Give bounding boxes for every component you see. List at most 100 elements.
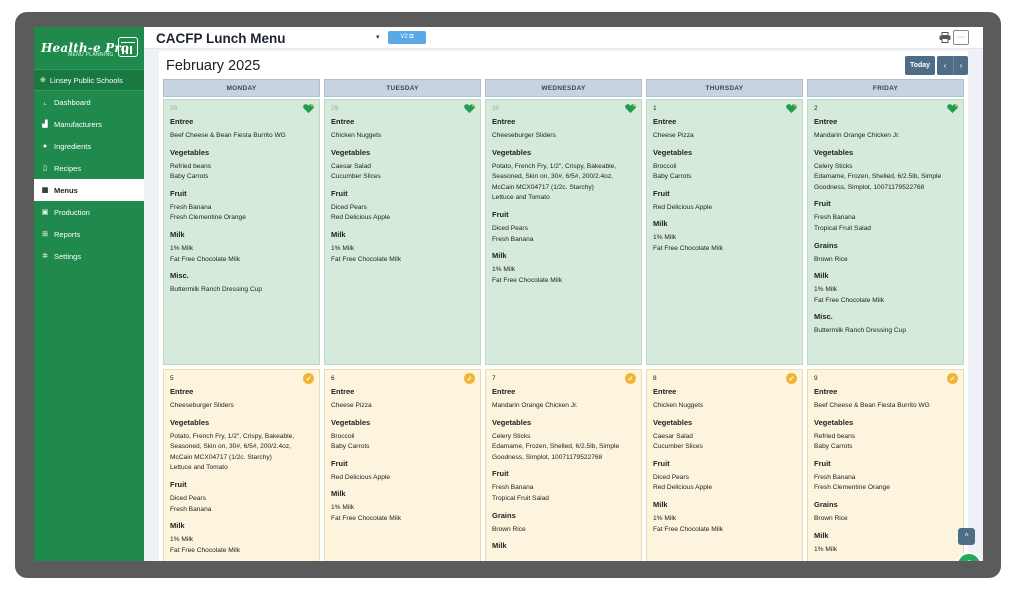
- day-cell[interactable]: 6 ✓ Entree Cheese Pizza Vegetables Broccoli Ba…: [324, 369, 481, 561]
- prev-month-button[interactable]: ‹: [937, 56, 953, 75]
- menu-item: Chicken Nuggets: [653, 402, 704, 409]
- menu-item: Seasoned, Skin on, 30#, 6/5#, 200/2.4oz,: [492, 173, 613, 181]
- section-title: Milk: [492, 541, 507, 551]
- section-title: Entree: [170, 117, 194, 126]
- section-title: Milk: [331, 229, 346, 239]
- sidebar-item-ingredients[interactable]: ● Ingredients: [34, 135, 144, 157]
- day-cell[interactable]: 9 ✓ Entree Beef Cheese & Bean Fiesta Burrit…: [807, 369, 964, 561]
- menu-item: Caesar Salad: [331, 162, 371, 170]
- section-title: Vegetables: [814, 147, 854, 157]
- heart-status-icon: [786, 104, 797, 114]
- menu-item: Cucumber Slices: [653, 443, 703, 451]
- section-title: Entree: [492, 387, 516, 396]
- section-title: Grains: [492, 510, 516, 520]
- menu-item: Potato, French Fry, 1/2", Crispy, Bakeab…: [170, 432, 295, 440]
- sidebar-item-manufacturers[interactable]: ▟ Manufacturers: [34, 113, 144, 135]
- day-cell[interactable]: 30 Entree Cheeseburger Sliders Vegetables Po…: [485, 99, 642, 365]
- section-title: Vegetables: [492, 417, 532, 427]
- menu-item: Baby Carrots: [814, 443, 853, 451]
- menu-item: Cheese Pizza: [653, 132, 694, 139]
- menu-item: Broccoli: [653, 162, 677, 170]
- day-header-thursday: THURSDAY: [646, 79, 803, 97]
- menu-item: Edamame, Frozen, Shelled, 6/2.5lb, Simpl…: [814, 173, 942, 181]
- menu-item: Red Delicious Apple: [331, 473, 391, 481]
- check-status-icon: ✓: [625, 373, 636, 384]
- menu-item: Celery Sticks: [814, 162, 853, 170]
- day-date: 6: [331, 375, 335, 382]
- day-date: 1: [653, 105, 657, 112]
- day-date: 8: [653, 375, 657, 382]
- menu-item: Beef Cheese & Bean Fiesta Burrito WG: [170, 132, 286, 139]
- sidebar: Health-e Pro MENU PLANNING ⊕ Linsey Publ…: [34, 27, 144, 561]
- building-icon: ⊕: [40, 77, 46, 84]
- menu-item: Baby Carrots: [170, 173, 209, 181]
- clipboard-icon: ▣: [41, 209, 49, 216]
- sidebar-item-menus[interactable]: ▦ Menus: [34, 179, 144, 201]
- day-cell[interactable]: 1 Entree Cheese Pizza Vegetables Broccoli Bab…: [646, 99, 803, 365]
- chevron-down-icon[interactable]: ▾: [376, 33, 380, 41]
- logo[interactable]: Health-e Pro MENU PLANNING: [34, 27, 144, 69]
- section-title: Fruit: [653, 458, 670, 468]
- section-title: Milk: [331, 489, 346, 499]
- day-cell[interactable]: 8 ✓ Entree Chicken Nuggets Vegetables Caesar …: [646, 369, 803, 561]
- menu-item: McCain MCX04717 (1/2c. Starchy): [492, 183, 594, 191]
- section-title: Fruit: [170, 188, 187, 198]
- section-title: Fruit: [814, 458, 831, 468]
- chart-icon: ⌞: [43, 99, 47, 106]
- sidebar-item-production[interactable]: ▣ Production: [34, 201, 144, 223]
- day-cell[interactable]: 2 Entree Mandarin Orange Chicken Jr. Vegeta…: [807, 99, 964, 365]
- more-options-button[interactable]: ···: [953, 30, 969, 45]
- sidebar-item-dashboard[interactable]: ⌞ Dashboard: [34, 91, 144, 113]
- menu-item: Red Delicious Apple: [331, 214, 391, 222]
- day-cell[interactable]: 29 Entree Chicken Nuggets Vegetables Caesar …: [324, 99, 481, 365]
- heart-status-icon: [625, 104, 636, 114]
- next-month-button[interactable]: ›: [953, 56, 968, 75]
- day-cell[interactable]: 7 ✓ Entree Mandarin Orange Chicken Jr. Veget…: [485, 369, 642, 561]
- tractor-icon: ▟: [42, 121, 48, 128]
- menu-item: Broccoli: [331, 432, 355, 440]
- day-date: 7: [492, 375, 496, 382]
- menu-item: Cheeseburger Sliders: [492, 132, 556, 139]
- section-title: Vegetables: [331, 147, 371, 157]
- section-title: Vegetables: [170, 417, 210, 427]
- section-title: Fruit: [331, 458, 348, 468]
- today-button[interactable]: Today: [905, 56, 935, 75]
- menu-item: 1% Milk: [170, 536, 194, 544]
- section-title: Vegetables: [492, 147, 532, 157]
- day-date: 9: [814, 375, 818, 382]
- menu-item: Fresh Banana: [492, 235, 534, 243]
- menu-item: Fresh Clementine Orange: [170, 214, 246, 222]
- menu-item: Fat Free Chocolate Milk: [492, 276, 562, 284]
- menu-item: Diced Pears: [492, 224, 528, 232]
- document-icon: ▯: [43, 165, 47, 172]
- section-title: Vegetables: [653, 147, 693, 157]
- section-title: Entree: [653, 387, 677, 396]
- menu-item: Mandarin Orange Chicken Jr.: [814, 132, 900, 139]
- version-button[interactable]: V2 ⧉: [388, 31, 426, 44]
- menu-item: Lettuce and Tomato: [170, 464, 228, 472]
- calendar-panel: February 2025 Today ‹ › MONDAY TUESDAY WED…: [159, 51, 968, 561]
- menu-item: Fat Free Chocolate Milk: [814, 296, 884, 304]
- menu-item: Cucumber Slices: [331, 173, 381, 181]
- top-bar: CACFP Lunch Menu ▾ V2 ⧉ ···: [144, 27, 983, 49]
- menu-item: Fresh Banana: [170, 505, 212, 513]
- menu-item: 1% Milk: [492, 266, 516, 274]
- menu-item: Fresh Banana: [170, 203, 212, 211]
- school-selector[interactable]: ⊕ Linsey Public Schools: [34, 69, 144, 91]
- sidebar-item-recipes[interactable]: ▯ Recipes: [34, 157, 144, 179]
- print-icon[interactable]: [939, 32, 951, 43]
- menu-item: Chicken Nuggets: [331, 132, 382, 139]
- page-title: CACFP Lunch Menu: [156, 31, 286, 46]
- day-cell[interactable]: 5 ✓ Entree Cheeseburger Sliders Vegetables Po…: [163, 369, 320, 561]
- main-area: CACFP Lunch Menu ▾ V2 ⧉ ··· February 202…: [144, 27, 983, 561]
- menu-item: Fresh Clementine Orange: [814, 484, 890, 492]
- menu-item: Diced Pears: [653, 473, 689, 481]
- sidebar-item-reports[interactable]: ⊞ Reports: [34, 223, 144, 245]
- menu-item: Fat Free Chocolate Milk: [331, 255, 401, 263]
- sidebar-item-settings[interactable]: ✲ Settings: [34, 245, 144, 267]
- scroll-to-top-button[interactable]: ^: [958, 528, 975, 545]
- day-cell[interactable]: 28 Entree Beef Cheese & Bean Fiesta Burrit…: [163, 99, 320, 365]
- section-title: Entree: [170, 387, 194, 396]
- menu-item: 1% Milk: [331, 504, 355, 512]
- logo-subtitle: MENU PLANNING: [68, 52, 114, 58]
